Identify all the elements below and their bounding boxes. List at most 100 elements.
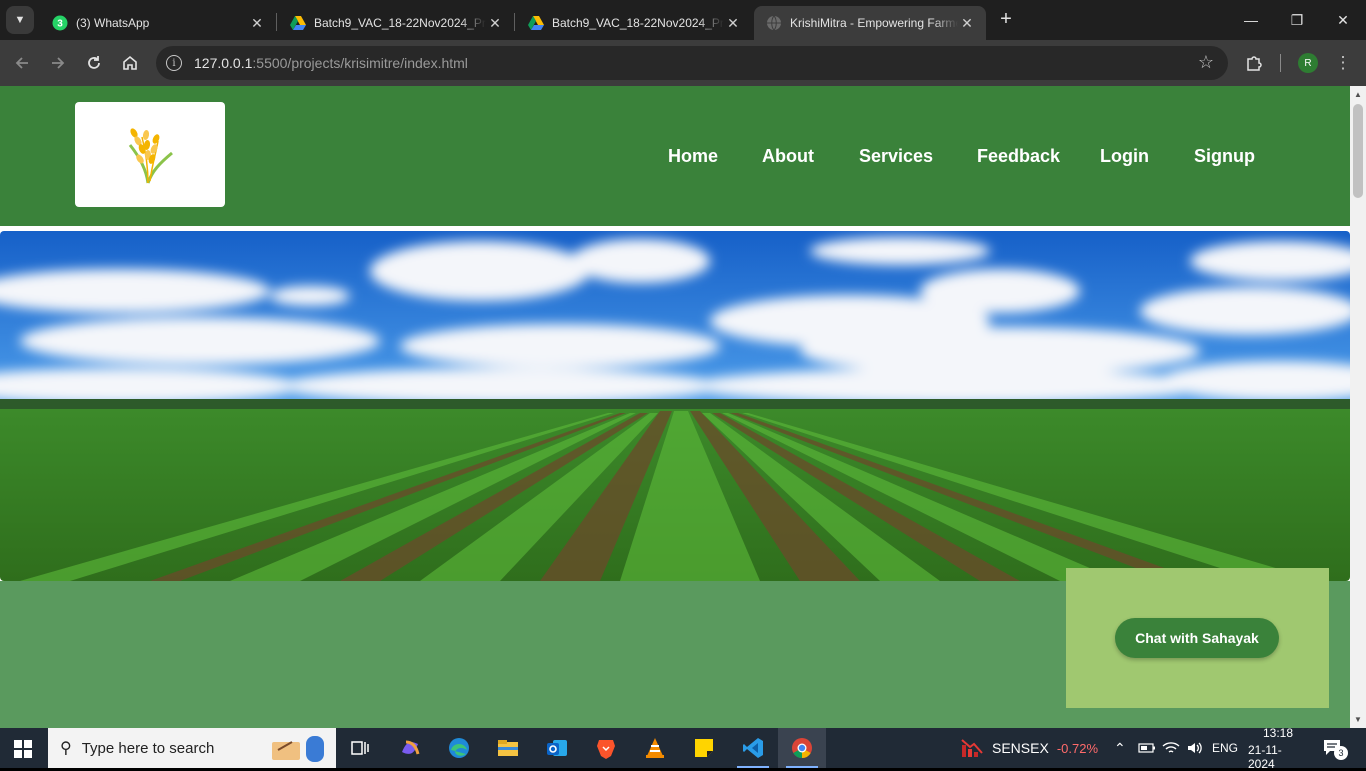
tab-drive-1[interactable]: Batch9_VAC_18-22Nov2024_Pr ✕ [278,6,514,40]
close-tab-icon[interactable]: ✕ [958,15,976,32]
profile-avatar[interactable]: R [1298,53,1318,73]
restore-icon: ❐ [1290,11,1304,28]
globe-icon [767,15,781,31]
close-icon: ✕ [1337,11,1349,28]
tab-drive-2[interactable]: Batch9_VAC_18-22Nov2024_Pr ✕ [516,6,752,40]
clock[interactable]: 13:18 21-11-2024 [1248,726,1308,771]
nav-home[interactable]: Home [668,146,718,167]
show-hidden-icons[interactable]: ⌃ [1114,728,1126,768]
taskbar-vscode[interactable] [729,728,777,768]
arrow-left-icon [15,57,28,69]
restore-button[interactable]: ❐ [1274,0,1320,40]
hero-farm-image [0,231,1350,581]
nav-feedback[interactable]: Feedback [977,146,1060,167]
vscode-icon [743,738,763,758]
copilot-icon [402,740,420,755]
extensions-button[interactable] [1241,50,1267,76]
network-status[interactable] [1162,728,1180,768]
input-language[interactable]: ENG [1212,728,1238,768]
arrow-right-icon [52,57,65,69]
tab-krishimitra[interactable]: KrishiMitra - Empowering Farme ✕ [754,6,986,40]
site-header: Home About Services Feedback Login Signu… [0,86,1350,226]
minimize-icon: — [1244,12,1258,28]
tab-title: Batch9_VAC_18-22Nov2024_Pr [314,16,486,30]
scroll-up-icon[interactable]: ▲ [1354,90,1362,99]
close-tab-icon[interactable]: ✕ [724,15,742,32]
tab-search-button[interactable]: ▼ [6,6,34,34]
search-icon: ⚲ [60,740,72,757]
svg-text:3: 3 [57,19,63,30]
task-view-icon [351,741,369,755]
google-drive-icon [528,16,544,30]
bookmark-star-icon[interactable]: ☆ [1198,52,1214,73]
browser-toolbar: i 127.0.0.1:5500/projects/krisimitre/ind… [0,40,1366,86]
back-button[interactable] [9,50,35,76]
browser-tab-strip: ▼ 3 (3) WhatsApp ✕ Batch9_VAC_18-22Nov20… [0,0,1366,40]
volume-control[interactable] [1186,728,1204,768]
toolbar-divider [1280,54,1281,72]
battery-icon [1138,743,1155,753]
windows-start-icon[interactable] [14,740,32,758]
nav-services[interactable]: Services [859,146,933,167]
tab-separator [514,13,515,31]
vlc-icon [646,738,664,758]
taskbar-copilot[interactable] [386,728,434,768]
wifi-icon [1162,742,1180,753]
taskbar-file-explorer[interactable] [484,728,532,768]
forward-button[interactable] [45,50,71,76]
page-scrollbar[interactable]: ▲ ▼ [1350,86,1366,728]
taskbar-search-box[interactable]: ⚲ Type here to search [48,728,336,768]
stock-change: -0.72% [1056,740,1099,756]
taskbar-sticky-notes[interactable] [680,728,728,768]
reload-button[interactable] [81,50,107,76]
notification-center[interactable]: 3 [1322,728,1348,768]
home-icon [123,55,137,70]
stock-name: SENSEX [992,740,1049,756]
taskbar-edge[interactable] [435,728,483,768]
address-bar[interactable]: i 127.0.0.1:5500/projects/krisimitre/ind… [156,46,1228,80]
tab-whatsapp[interactable]: 3 (3) WhatsApp ✕ [40,6,276,40]
chat-widget: Chat with Sahayak [1066,568,1329,708]
edge-icon [449,738,469,758]
stock-widget[interactable]: SENSEX -0.72% [960,728,1098,768]
chat-with-sahayak-button[interactable]: Chat with Sahayak [1115,618,1279,658]
nav-login[interactable]: Login [1100,146,1149,167]
taskbar-vlc[interactable] [631,728,679,768]
stock-down-icon [961,739,983,757]
nav-signup[interactable]: Signup [1194,146,1255,167]
close-window-button[interactable]: ✕ [1320,0,1366,40]
tab-title: KrishiMitra - Empowering Farme [790,16,958,30]
plus-icon: + [1000,8,1012,30]
outlook-icon [547,740,567,756]
new-tab-button[interactable]: + [996,8,1016,30]
chrome-icon [792,738,812,759]
search-placeholder: Type here to search [81,739,215,757]
kebab-menu-icon: ⋮ [1334,53,1352,72]
taskbar-brave[interactable] [582,728,630,768]
brave-icon [597,740,615,759]
scrollbar-thumb[interactable] [1353,104,1363,198]
windows-taskbar: ⚲ Type here to search SENSEX -0.72% ⌃ EN… [0,726,1366,771]
close-tab-icon[interactable]: ✕ [248,15,266,32]
close-tab-icon[interactable]: ✕ [486,15,504,32]
file-explorer-icon [498,740,518,756]
site-logo[interactable] [75,102,225,207]
tab-separator [276,13,277,31]
browser-menu-button[interactable]: ⋮ [1330,50,1356,76]
tab-title: (3) WhatsApp [76,16,150,30]
whatsapp-icon: 3 [52,15,68,31]
minimize-button[interactable]: — [1228,0,1274,40]
site-info-icon[interactable]: i [166,55,182,71]
chevron-down-icon: ▼ [14,14,26,26]
taskbar-outlook[interactable] [533,728,581,768]
notification-count: 3 [1334,746,1348,760]
nav-about[interactable]: About [762,146,814,167]
scroll-down-icon[interactable]: ▼ [1354,715,1362,724]
battery-status[interactable] [1138,728,1156,768]
home-button[interactable] [117,50,143,76]
page-viewport: Home About Services Feedback Login Signu… [0,86,1350,728]
wheat-logo-icon [128,127,173,184]
taskbar-chrome[interactable] [778,728,826,768]
google-drive-icon [290,16,306,30]
taskbar-task-view[interactable] [336,728,384,768]
